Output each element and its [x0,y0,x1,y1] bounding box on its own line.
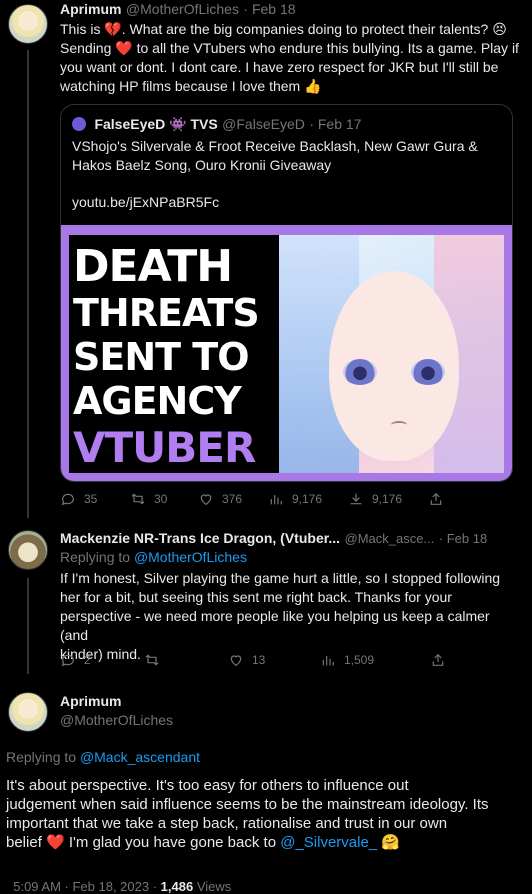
reply-button[interactable]: 35 [60,491,130,507]
anime-character-image [279,235,504,473]
replying-to-mention[interactable]: @Mack_ascendant [80,749,200,765]
tweet-text-line: watching HP films because I love them 👍 [60,78,322,94]
share-button[interactable] [430,652,446,668]
author-handle[interactable]: @MotherOfLiches [60,712,173,728]
tweet-text-line: It's about perspective. It's too easy fo… [6,777,409,794]
quote-text: VShojo's Silvervale & Froot Receive Back… [72,137,502,175]
like-count: 13 [252,653,266,667]
tweet2-text: If I'm honest, Silver playing the game h… [60,569,520,664]
quote-avatar-icon [72,117,86,131]
tweet-text-line: judgement when said influence seems to b… [6,796,489,813]
tweet-text-fragment: belief ❤️ I'm glad you have gone back to [6,834,281,851]
thumbnail-text-panel: DEATH THREATS SENT TO AGENCY VTUBER [69,235,279,473]
quote-author-name: FalseEyeD 👾 TVS [94,116,218,132]
avatar[interactable] [8,692,48,732]
author-handle[interactable]: @MotherOfLiches [126,1,239,17]
tweet-text-fragment: 🤗 [377,834,401,851]
thread-line [27,50,29,518]
tweet-text-line: perspective - we need more people like y… [60,608,490,643]
heart-icon [200,494,212,506]
thumbnail-text-line: SENT TO [73,335,250,379]
avatar[interactable] [8,4,48,44]
tweet1-text: This is 💔. What are the big companies do… [60,20,520,96]
tweet1-header: Aprimum @MotherOfLiches · Feb 18 [60,1,296,19]
quote-header: FalseEyeD 👾 TVS @FalseEyeD · Feb 17 [72,116,361,134]
retweet-icon [145,654,159,666]
video-thumbnail[interactable]: DEATH THREATS SENT TO AGENCY VTUBER [61,225,512,481]
tweet-timestamp-line: 5:09 AM · Feb 18, 2023 · 1,486 Views [6,864,231,894]
tweet-text-line: If I'm honest, Silver playing the game h… [60,570,501,586]
replying-to: Replying to @Mack_ascendant [6,749,200,765]
bookmark-button[interactable]: 9,176 [348,491,428,507]
tweet2-header: Mackenzie NR-Trans Ice Dragon, (Vtuber..… [60,530,487,548]
reply-count: 2 [84,653,91,667]
author-name[interactable]: Mackenzie NR-Trans Ice Dragon, (Vtuber..… [60,530,340,546]
replying-to-mention[interactable]: @MotherOfLiches [134,549,247,565]
retweet-count: 30 [154,492,168,506]
bookmark-count: 9,176 [372,492,403,506]
reply-icon [61,654,74,667]
author-name[interactable]: Aprimum [60,693,173,709]
tweet-text-line: her for a bit, but seeing this sent me r… [60,589,452,605]
author-handle[interactable]: @Mack_asce... [345,531,435,546]
silvervale-mention[interactable]: @_Silvervale_ [280,834,377,851]
views-count: 9,176 [292,492,323,506]
replying-to-label: Replying to [60,549,131,565]
main-author: Aprimum @MotherOfLiches [60,693,173,728]
share-button[interactable] [428,491,444,507]
retweet-icon [131,493,145,505]
heart-icon [230,655,242,667]
quote-author-handle: @FalseEyeD [222,116,305,132]
tweet-text-line: belief ❤️ I'm glad you have gone back to… [6,833,526,852]
views-button[interactable]: 1,509 [320,652,430,668]
views-count: 1,509 [344,653,375,667]
author-name[interactable]: Aprimum [60,1,121,17]
tweet-date[interactable]: · Feb 18 [243,1,295,17]
quote-text-line: Hakos Baelz Song, Ouro Kronii Giveaway [72,157,332,173]
quote-text-line: VShojo's Silvervale & Froot Receive Back… [72,138,478,154]
main-tweet-text: It's about perspective. It's too easy fo… [6,776,526,852]
views-chart-icon [270,495,282,505]
tweet-date[interactable]: · Feb 18 [439,531,487,546]
like-count: 376 [222,492,243,506]
tweet1-actions: 35 30 376 9,176 9,176 [60,491,510,507]
thumbnail-text-line: VTUBER [73,423,256,472]
share-icon [432,653,444,666]
quoted-tweet-card[interactable]: FalseEyeD 👾 TVS @FalseEyeD · Feb 17 VSho… [60,104,513,482]
reply-icon [61,493,74,506]
tweet2-actions: 2 13 1,509 [60,652,510,668]
like-button[interactable]: 13 [228,652,320,668]
like-button[interactable]: 376 [198,491,268,507]
quote-date: · Feb 17 [309,116,362,132]
download-icon [350,493,362,505]
tweet-text-line: Sending ❤️ to all the VTubers who endure… [60,40,519,56]
retweet-button[interactable]: 30 [130,491,198,507]
thumbnail-text-line: THREATS [73,291,260,335]
reply-count: 35 [84,492,98,506]
tweet-text-line: This is 💔. What are the big companies do… [60,21,507,37]
share-icon [430,492,442,505]
reply-button[interactable]: 2 [60,652,144,668]
avatar[interactable] [8,530,48,570]
views-number: 1,486 [160,879,194,894]
tweet-text-line: you want or dont. I dont care. I have ze… [60,59,499,75]
retweet-button[interactable] [144,652,228,668]
views-label: Views [193,879,232,894]
tweet-text-line: important that we take a step back, rati… [6,815,448,832]
views-chart-icon [322,656,334,666]
thumbnail-text-line: DEATH [73,241,233,292]
replying-to-label: Replying to [6,749,77,765]
thumbnail-text-line: AGENCY [73,379,242,423]
replying-to: Replying to @MotherOfLiches [60,549,247,565]
tweet-timestamp[interactable]: 5:09 AM · Feb 18, 2023 · [13,879,160,894]
thread-line [27,578,29,674]
quote-link[interactable]: youtu.be/jExNPaBR5Fc [72,193,219,212]
views-button[interactable]: 9,176 [268,491,348,507]
